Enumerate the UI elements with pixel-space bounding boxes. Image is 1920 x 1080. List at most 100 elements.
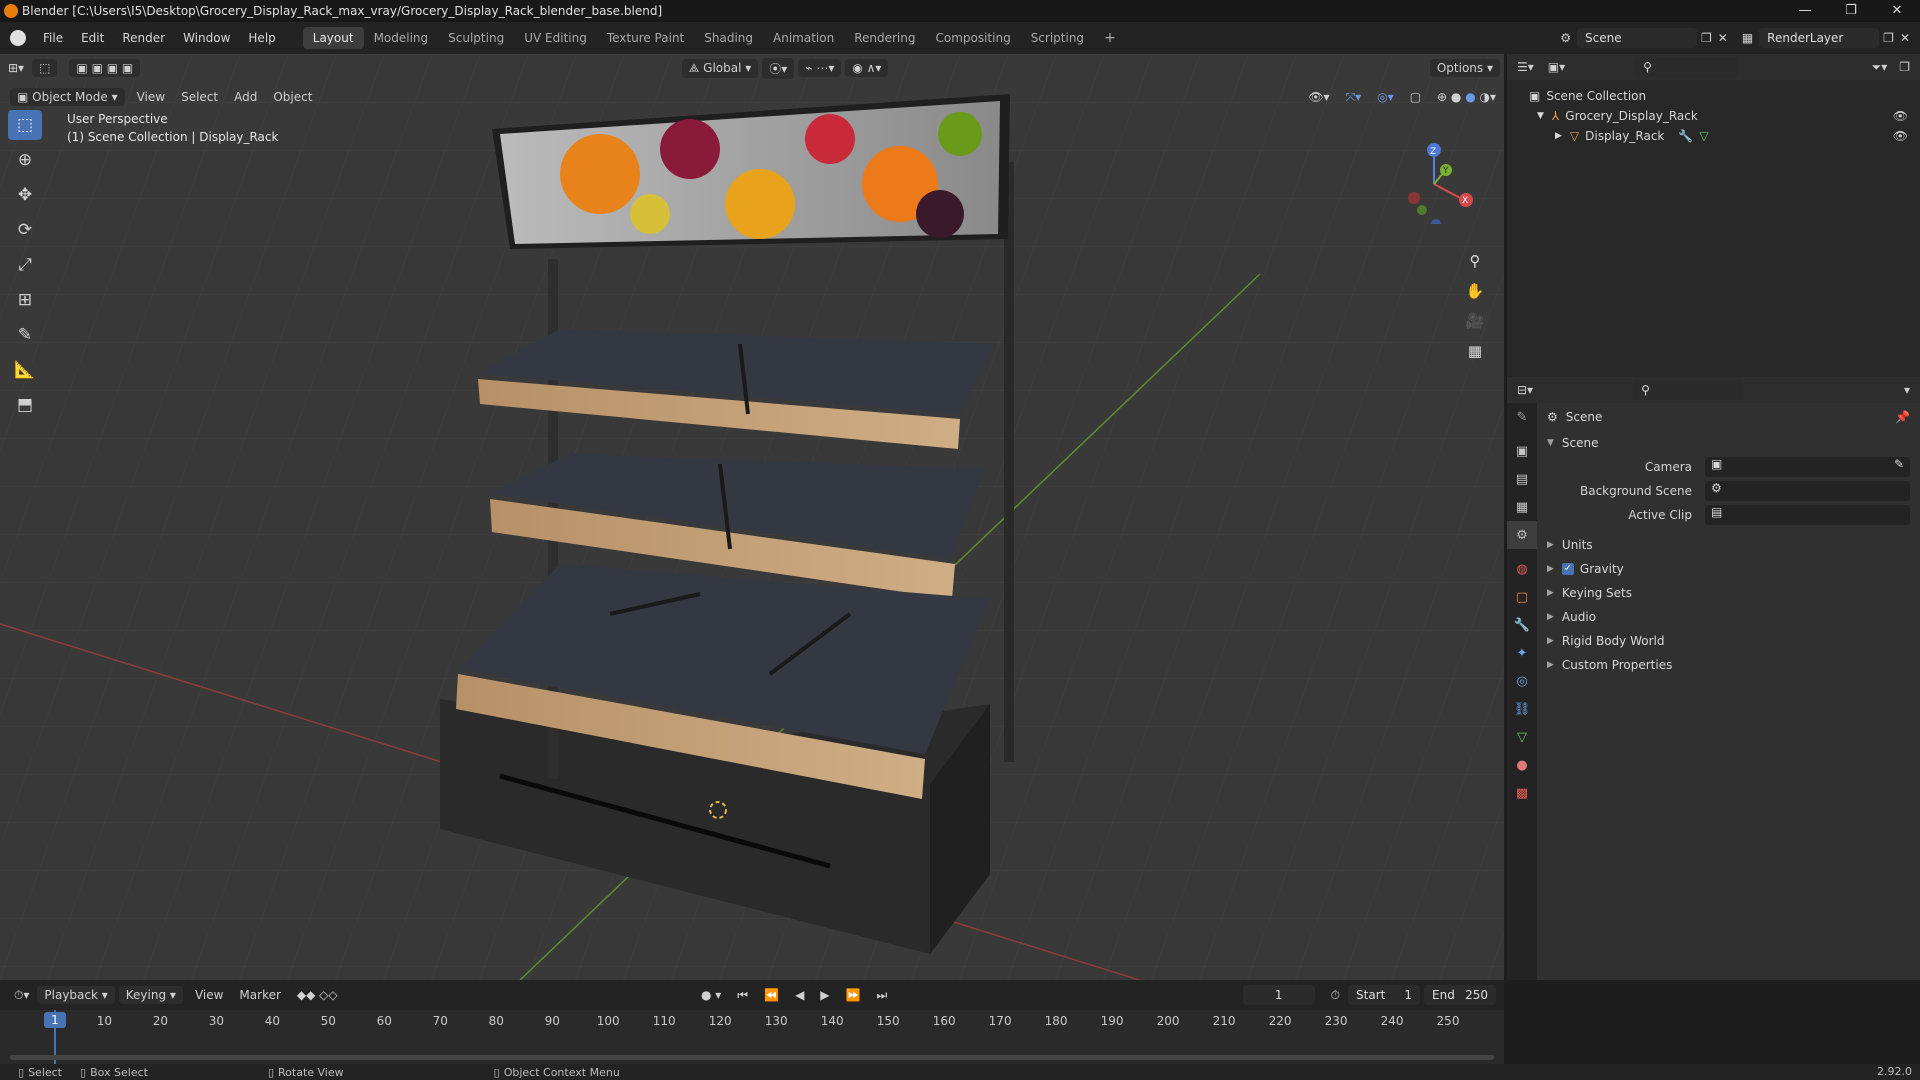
tab-uv-editing[interactable]: UV Editing (514, 27, 597, 49)
expand-arrow-icon[interactable]: ▶ (1555, 131, 1562, 141)
properties-tab-object-icon[interactable]: ▢ (1507, 583, 1537, 611)
tab-shading[interactable]: Shading (694, 27, 763, 49)
scale-tool-icon[interactable]: ⤢ (8, 250, 42, 280)
properties-options-icon[interactable]: ▾ (1904, 383, 1910, 397)
minimize-button[interactable]: — (1782, 0, 1828, 22)
move-tool-icon[interactable]: ✥ (8, 180, 42, 210)
new-scene-icon[interactable]: ❐ (1701, 31, 1712, 45)
play-reverse-button[interactable]: ◀ (787, 986, 812, 1004)
tab-layout[interactable]: Layout (302, 27, 364, 49)
3d-viewport[interactable]: ⊞▾ ⬚ ▣ ▣ ▣ ▣ ⟁ Global ▾ ⦿▾ ⌁ ⋯▾ ◉ ∧▾ Opt… (0, 54, 1504, 980)
outliner-scene-collection[interactable]: ▣ Scene Collection (1507, 86, 1920, 106)
outliner-search-input[interactable]: ⚲ (1635, 57, 1740, 77)
prev-keyframe-button[interactable]: ⏪ (756, 986, 787, 1004)
jump-start-button[interactable]: ⏮ (729, 986, 756, 1005)
close-button[interactable]: ✕ (1874, 0, 1920, 22)
annotate-tool-icon[interactable]: ✎ (8, 320, 42, 350)
panel-custom-properties[interactable]: ▶ Custom Properties (1537, 653, 1920, 677)
zoom-icon[interactable]: ⚲ (1462, 248, 1488, 274)
transform-orientation-dropdown[interactable]: ⟁ Global ▾ (681, 58, 759, 78)
menu-object[interactable]: Object (265, 88, 320, 106)
visibility-icon[interactable]: 👁▾ (1300, 88, 1337, 106)
tab-sculpting[interactable]: Sculpting (438, 27, 514, 49)
preview-range-icon[interactable]: ⏱ (1323, 986, 1348, 1005)
editor-type-icon[interactable]: ⊞▾ (0, 59, 32, 77)
selection-mode-icons[interactable]: ▣ ▣ ▣ ▣ (69, 59, 141, 77)
outliner-item-display-rack[interactable]: ▶ ▽ Display_Rack 🔧 ▽ 👁 (1507, 126, 1920, 146)
properties-tab-output-icon[interactable]: ▤ (1507, 465, 1537, 493)
outliner-item-grocery-rack[interactable]: ▼ ⅄ Grocery_Display_Rack 👁 (1507, 106, 1920, 126)
menu-timeline-view[interactable]: View (187, 986, 231, 1004)
pan-hand-icon[interactable]: ✋ (1462, 278, 1488, 304)
tab-rendering[interactable]: Rendering (844, 27, 925, 49)
add-workspace-button[interactable]: + (1094, 26, 1126, 50)
tab-animation[interactable]: Animation (763, 27, 844, 49)
panel-units[interactable]: ▶ Units (1537, 533, 1920, 557)
camera-view-icon[interactable]: 🎥 (1462, 308, 1488, 334)
tab-texture-paint[interactable]: Texture Paint (597, 27, 694, 49)
properties-tab-tool-icon[interactable]: ✎ (1507, 403, 1537, 431)
active-clip-field[interactable]: ▤ (1705, 505, 1910, 525)
properties-search-input[interactable]: ⚲ (1633, 380, 1744, 400)
visibility-eye-icon[interactable]: 👁 (1893, 129, 1908, 143)
ortho-toggle-icon[interactable]: ▦ (1462, 338, 1488, 364)
start-frame-field[interactable]: Start 1 (1348, 985, 1421, 1005)
menu-render[interactable]: Render (113, 31, 174, 45)
menu-view[interactable]: View (129, 88, 173, 106)
select-box-tool-icon[interactable]: ⬚ (32, 59, 58, 77)
properties-tab-material-icon[interactable]: ● (1507, 751, 1537, 779)
panel-keying-sets[interactable]: ▶ Keying Sets (1537, 581, 1920, 605)
properties-editor-icon[interactable]: ⊟▾ (1517, 383, 1533, 397)
menu-playback[interactable]: Playback ▾ (37, 986, 115, 1004)
pin-icon[interactable]: 📌 (1895, 410, 1910, 424)
filter-icon[interactable]: ⏷▾ (1872, 60, 1888, 75)
expand-arrow-icon[interactable]: ▼ (1537, 111, 1544, 121)
maximize-button[interactable]: ❐ (1828, 0, 1874, 22)
cursor-tool-icon[interactable]: ⊕ (8, 145, 42, 175)
menu-window[interactable]: Window (174, 31, 239, 45)
navigation-gizmo[interactable]: Z X Y ⚲ ✋ 🎥 ▦ (1384, 114, 1494, 364)
background-scene-field[interactable]: ⚙ (1705, 481, 1910, 501)
eyedropper-icon[interactable]: ✎ (1894, 457, 1904, 471)
pivot-point-dropdown[interactable]: ⦿▾ (762, 57, 795, 79)
panel-rigid-body-world[interactable]: ▶ Rigid Body World (1537, 629, 1920, 653)
menu-marker[interactable]: Marker (231, 986, 288, 1004)
scene-selector[interactable]: Scene (1577, 28, 1697, 48)
timeline-ruler[interactable]: 1 11020304050607080901001101201301401501… (0, 1010, 1504, 1064)
timeline-editor-icon[interactable]: ⏱▾ (6, 986, 37, 1005)
jump-end-button[interactable]: ⏭ (868, 986, 895, 1005)
tab-modeling[interactable]: Modeling (364, 27, 439, 49)
visibility-eye-icon[interactable]: 👁 (1893, 109, 1908, 123)
outliner-editor-icon[interactable]: ☰▾ (1517, 60, 1534, 74)
properties-tab-particles-icon[interactable]: ✦ (1507, 639, 1537, 667)
rotate-tool-icon[interactable]: ⟳ (8, 215, 42, 245)
menu-help[interactable]: Help (239, 31, 284, 45)
properties-tab-constraints-icon[interactable]: ⛓ (1507, 695, 1537, 723)
end-frame-field[interactable]: End 250 (1424, 985, 1497, 1005)
snap-toggle[interactable]: ⌁ ⋯▾ (798, 59, 842, 77)
auto-key-toggle[interactable]: ● ▾ (693, 986, 729, 1004)
properties-tab-physics-icon[interactable]: ◎ (1507, 667, 1537, 695)
new-collection-icon[interactable]: ❐ (1899, 60, 1910, 74)
menu-edit[interactable]: Edit (72, 31, 113, 45)
properties-tab-scene-icon[interactable]: ⚙ (1507, 521, 1537, 549)
properties-tab-texture-icon[interactable]: ▩ (1507, 779, 1537, 807)
view-layer-selector[interactable]: RenderLayer (1759, 28, 1880, 48)
play-button[interactable]: ▶ (812, 986, 837, 1004)
gravity-checkbox[interactable]: ✓ (1561, 563, 1574, 575)
camera-field[interactable]: ▣ ✎ (1705, 457, 1910, 477)
menu-keying[interactable]: Keying ▾ (118, 986, 183, 1004)
panel-scene-header[interactable]: ▼ Scene (1537, 431, 1920, 455)
keyframe-icons[interactable]: ◆◆ ◇◇ (289, 986, 346, 1004)
menu-file[interactable]: File (34, 31, 72, 45)
properties-tab-modifier-icon[interactable]: 🔧 (1507, 611, 1537, 639)
options-dropdown[interactable]: Options ▾ (1429, 59, 1500, 77)
transform-tool-icon[interactable]: ⊞ (8, 285, 42, 315)
blender-menu-icon[interactable] (10, 30, 26, 46)
delete-view-layer-icon[interactable]: ✕ (1900, 31, 1910, 45)
current-frame-field[interactable]: 1 (1242, 985, 1315, 1005)
tab-scripting[interactable]: Scripting (1021, 27, 1094, 49)
tab-compositing[interactable]: Compositing (925, 27, 1020, 49)
properties-tab-world-icon[interactable]: ◍ (1507, 555, 1537, 583)
delete-scene-icon[interactable]: ✕ (1718, 31, 1728, 45)
